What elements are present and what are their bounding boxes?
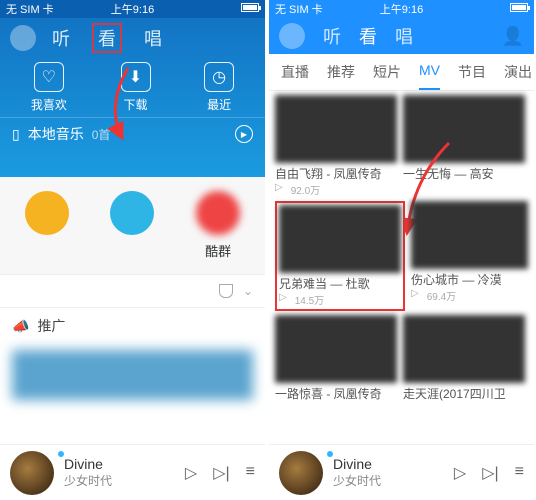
quick-recent[interactable]: ◷最近 (204, 62, 234, 113)
chevron-right-icon: › (118, 127, 122, 141)
download-icon: ⬇ (121, 62, 151, 92)
left-phone: 无 SIM 卡 上午9:16 听 看 唱 ♡我喜欢 ⬇下载 ◷最近 ▯ 本地音乐… (0, 0, 265, 500)
profile-avatar[interactable] (279, 23, 305, 49)
next-button[interactable]: ▷| (213, 463, 229, 483)
right-phone: 无 SIM 卡 上午9:16 听 看 唱 👤 直播 推荐 短片 MV 节目 演出… (269, 0, 534, 500)
track-title: Divine (333, 456, 381, 472)
play-button[interactable]: ▷ (454, 463, 466, 483)
clock-icon: ◷ (204, 62, 234, 92)
status-bar: 无 SIM 卡 上午9:16 (0, 0, 265, 18)
phone-icon: ▯ (12, 126, 20, 143)
now-playing-bar[interactable]: Divine 少女时代 ▷ ▷| ≡ (269, 444, 534, 500)
top-header: 听 看 唱 👤 (269, 18, 534, 54)
mv-item[interactable]: 走天涯(2017四川卫 (403, 315, 525, 402)
category-circles: 酷群 (0, 177, 265, 274)
track-artist: 少女时代 (333, 472, 381, 489)
play-icon[interactable]: ▶ (235, 125, 253, 143)
tab-listen[interactable]: 听 (323, 23, 341, 49)
mv-title: 伤心城市 — 冷漠 (411, 271, 528, 288)
profile-avatar[interactable] (10, 25, 36, 51)
mv-title: 自由飞翔 - 凤凰传奇 (275, 165, 397, 182)
local-label: 本地音乐 (28, 124, 84, 144)
battery-icon (237, 3, 259, 15)
track-artist: 少女时代 (64, 472, 112, 489)
mv-thumb (279, 205, 401, 273)
next-button[interactable]: ▷| (482, 463, 498, 483)
quick-favorites[interactable]: ♡我喜欢 (31, 62, 67, 113)
playlist-button[interactable]: ≡ (515, 463, 524, 483)
tab-watch[interactable]: 看 (92, 23, 122, 53)
battery-icon (506, 3, 528, 15)
mv-item[interactable]: 伤心城市 — 冷漠 ▷69.4万 (411, 201, 528, 311)
subtab-short[interactable]: 短片 (373, 62, 401, 82)
subtab-mv[interactable]: MV (419, 62, 440, 82)
megaphone-icon: 📣 (12, 318, 29, 335)
play-button[interactable]: ▷ (185, 463, 197, 483)
play-count-icon: ▷ (411, 288, 419, 303)
circle-kuqun[interactable]: 酷群 (196, 191, 240, 260)
mv-thumb (275, 95, 397, 163)
mv-item[interactable]: 一路惊喜 - 凤凰传奇 (275, 315, 397, 402)
mv-thumb (403, 95, 525, 163)
status-bar: 无 SIM 卡 上午9:16 (269, 0, 534, 18)
local-music-row[interactable]: ▯ 本地音乐 0首 › ▶ (0, 117, 265, 150)
clock: 上午9:16 (111, 1, 154, 17)
promo-row[interactable]: 📣 推广 (0, 307, 265, 344)
heart-icon: ♡ (34, 62, 64, 92)
now-playing-bar[interactable]: Divine 少女时代 ▷ ▷| ≡ (0, 444, 265, 500)
quick-download[interactable]: ⬇下载 (121, 62, 151, 113)
indicator-dot (58, 451, 64, 457)
album-art[interactable] (279, 451, 323, 495)
hero-header: 听 看 唱 ♡我喜欢 ⬇下载 ◷最近 ▯ 本地音乐 0首 › ▶ (0, 18, 265, 177)
album-art[interactable] (10, 451, 54, 495)
subtabs: 直播 推荐 短片 MV 节目 演出 (269, 54, 534, 91)
chevron-down-icon: ⌄ (243, 284, 253, 298)
carrier: 无 SIM 卡 (275, 1, 323, 17)
user-icon[interactable]: 👤 (502, 26, 524, 47)
circle-1[interactable] (25, 191, 69, 260)
promo-label: 推广 (37, 316, 65, 336)
highlight-box: 兄弟难当 — 杜歌 ▷14.5万 (275, 201, 405, 311)
subtab-recommend[interactable]: 推荐 (327, 62, 355, 82)
mv-thumb (411, 201, 528, 269)
mv-title: 一生无悔 — 高安 (403, 165, 525, 182)
top-tabs: 听 看 唱 (52, 23, 162, 53)
tab-watch[interactable]: 看 (359, 23, 377, 49)
mv-title: 兄弟难当 — 杜歌 (279, 275, 401, 292)
subtab-live[interactable]: 直播 (281, 62, 309, 82)
mic-row[interactable]: ⌄ (0, 274, 265, 307)
subtab-show[interactable]: 节目 (458, 62, 486, 82)
tab-sing[interactable]: 唱 (395, 23, 413, 49)
content-blur (12, 350, 253, 400)
mv-title: 一路惊喜 - 凤凰传奇 (275, 385, 397, 402)
mv-thumb (275, 315, 397, 383)
local-count: 0首 (92, 126, 111, 143)
tab-sing[interactable]: 唱 (144, 25, 162, 51)
mv-title: 走天涯(2017四川卫 (403, 385, 525, 402)
mv-item[interactable]: 一生无悔 — 高安 (403, 95, 525, 197)
carrier: 无 SIM 卡 (6, 1, 54, 17)
mv-thumb (403, 315, 525, 383)
circle-2[interactable] (110, 191, 154, 260)
mic-icon (219, 284, 233, 298)
play-count-icon: ▷ (275, 182, 283, 197)
clock: 上午9:16 (380, 1, 423, 17)
mv-item[interactable]: 兄弟难当 — 杜歌 ▷14.5万 (279, 205, 401, 307)
playlist-button[interactable]: ≡ (246, 463, 255, 483)
tab-listen[interactable]: 听 (52, 25, 70, 51)
mv-list: 自由飞翔 - 凤凰传奇 ▷92.0万 一生无悔 — 高安 兄弟难当 — 杜歌 ▷… (269, 91, 534, 466)
subtab-perf[interactable]: 演出 (504, 62, 532, 82)
track-title: Divine (64, 456, 112, 472)
indicator-dot (327, 451, 333, 457)
music-note-icon (25, 191, 69, 235)
quick-row: ♡我喜欢 ⬇下载 ◷最近 (0, 52, 265, 117)
mv-item[interactable]: 自由飞翔 - 凤凰传奇 ▷92.0万 (275, 95, 397, 197)
play-count-icon: ▷ (279, 292, 287, 307)
